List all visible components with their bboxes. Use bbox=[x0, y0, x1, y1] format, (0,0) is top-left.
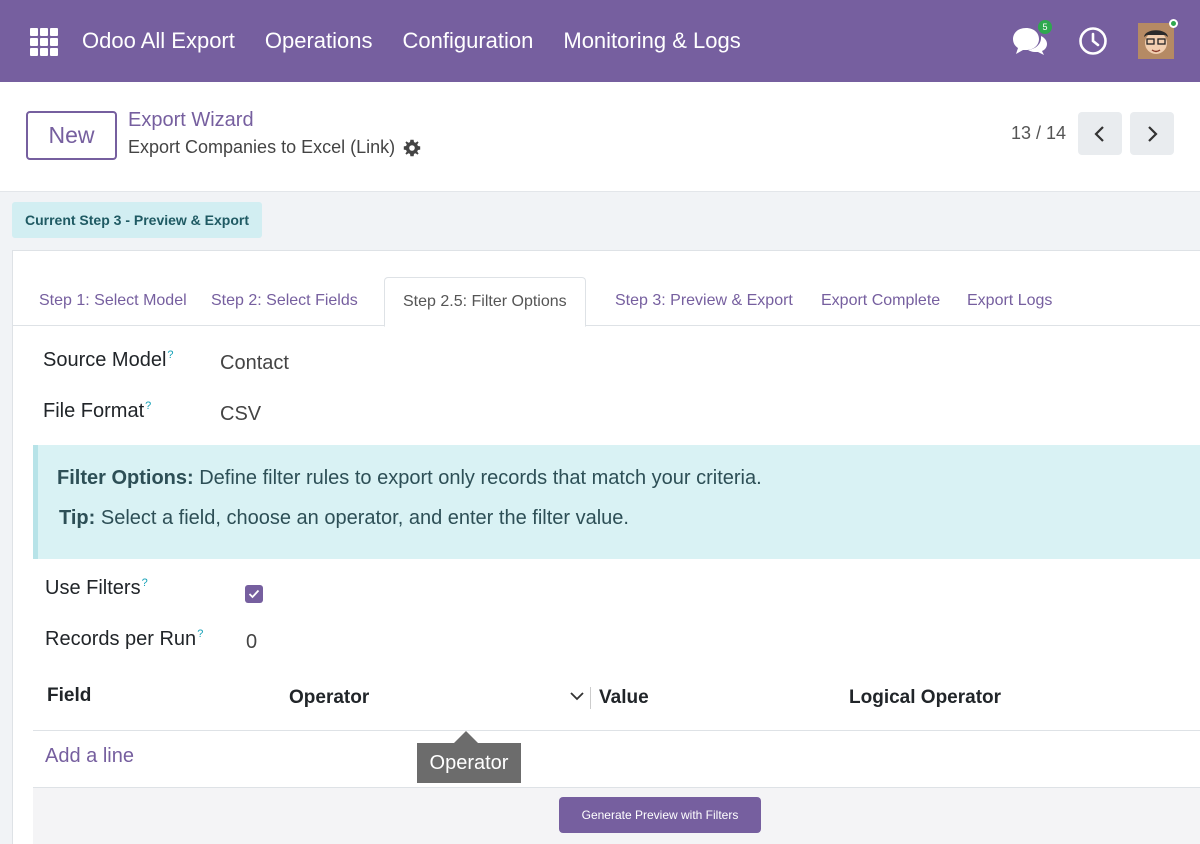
source-model-label-text: Source Model bbox=[43, 349, 167, 371]
chat-badge: 5 bbox=[1038, 20, 1052, 34]
use-filters-label-text: Use Filters bbox=[45, 577, 141, 599]
alert-line-1-text: Define filter rules to export only recor… bbox=[193, 467, 762, 489]
help-mark[interactable]: ? bbox=[167, 349, 173, 361]
chevron-left-icon bbox=[1094, 125, 1104, 142]
step-tabs: Step 1: Select Model Step 2: Select Fiel… bbox=[13, 277, 1200, 327]
record-title-text: Export Companies to Excel (Link) bbox=[128, 137, 396, 157]
apps-menu-icon[interactable] bbox=[30, 28, 58, 56]
records-per-run-label-text: Records per Run bbox=[45, 628, 197, 650]
tab-export-complete[interactable]: Export Complete bbox=[821, 292, 940, 310]
control-panel: New Export Wizard Export Companies to Ex… bbox=[0, 82, 1200, 192]
help-mark[interactable]: ? bbox=[197, 628, 203, 640]
form-sheet: Step 1: Select Model Step 2: Select Fiel… bbox=[12, 250, 1200, 844]
alert-line-2: Tip: Select a field, choose an operator,… bbox=[59, 507, 629, 530]
user-avatar[interactable] bbox=[1138, 19, 1178, 59]
operator-tooltip: Operator bbox=[417, 743, 521, 783]
source-model-value: Contact bbox=[220, 352, 289, 374]
help-mark[interactable]: ? bbox=[142, 577, 148, 589]
breadcrumb-export-wizard[interactable]: Export Wizard bbox=[128, 109, 254, 132]
filter-table-header: Field Operator Value Logical Operator bbox=[33, 671, 1200, 731]
pager-value: 13 / 14 bbox=[1010, 123, 1066, 143]
records-per-run-label: Records per Run? bbox=[45, 628, 203, 651]
new-button[interactable]: New bbox=[26, 111, 117, 160]
alert-line-1-bold: Filter Options: bbox=[57, 467, 194, 489]
form-footer: Generate Preview with Filters bbox=[33, 787, 1200, 844]
chevron-down-icon[interactable] bbox=[569, 688, 585, 704]
column-header-logical-operator[interactable]: Logical Operator bbox=[849, 687, 1001, 709]
source-model-label: Source Model? bbox=[43, 349, 174, 372]
nav-menu: Odoo All Export Operations Configuration… bbox=[82, 0, 741, 82]
alert-line-1: Filter Options: Define filter rules to e… bbox=[57, 467, 762, 490]
nav-item-operations[interactable]: Operations bbox=[265, 28, 373, 54]
alert-line-2-text: Select a field, choose an operator, and … bbox=[95, 507, 629, 529]
nav-item-configuration[interactable]: Configuration bbox=[403, 28, 534, 54]
filter-info-alert: Filter Options: Define filter rules to e… bbox=[33, 445, 1200, 559]
nav-systray: 5 bbox=[1012, 0, 1178, 82]
pager-previous-button[interactable] bbox=[1078, 112, 1122, 155]
file-format-value: CSV bbox=[220, 403, 262, 425]
records-per-run-value[interactable]: 0 bbox=[246, 631, 257, 654]
top-navbar: Odoo All Export Operations Configuration… bbox=[0, 0, 1200, 82]
chat-icon[interactable]: 5 bbox=[1012, 20, 1052, 56]
checkmark-icon bbox=[248, 589, 260, 599]
tab-step-3[interactable]: Step 3: Preview & Export bbox=[615, 292, 793, 310]
tab-export-logs[interactable]: Export Logs bbox=[967, 292, 1052, 310]
clock-icon[interactable] bbox=[1078, 26, 1108, 56]
use-filters-checkbox[interactable] bbox=[245, 585, 263, 603]
tab-step-2[interactable]: Step 2: Select Fields bbox=[211, 292, 358, 310]
column-resize-handle[interactable] bbox=[590, 687, 591, 709]
file-format-label-text: File Format bbox=[43, 400, 145, 422]
alert-line-2-bold: Tip: bbox=[59, 507, 96, 529]
help-mark[interactable]: ? bbox=[145, 400, 151, 412]
file-format-label: File Format? bbox=[43, 400, 151, 423]
online-status-dot bbox=[1169, 19, 1178, 28]
tooltip-arrow bbox=[454, 731, 478, 743]
use-filters-label: Use Filters? bbox=[45, 577, 148, 600]
tab-step-2-5[interactable]: Step 2.5: Filter Options bbox=[384, 277, 586, 327]
column-header-field[interactable]: Field bbox=[47, 685, 91, 707]
column-header-value[interactable]: Value bbox=[599, 687, 649, 709]
add-line-link[interactable]: Add a line bbox=[45, 745, 134, 768]
chevron-right-icon bbox=[1148, 125, 1158, 142]
nav-app-name[interactable]: Odoo All Export bbox=[82, 28, 235, 54]
nav-item-monitoring-logs[interactable]: Monitoring & Logs bbox=[563, 28, 740, 54]
record-title: Export Companies to Excel (Link) bbox=[128, 137, 421, 158]
column-header-operator[interactable]: Operator bbox=[289, 687, 369, 709]
tab-step-1[interactable]: Step 1: Select Model bbox=[39, 292, 187, 310]
pager-next-button[interactable] bbox=[1130, 112, 1174, 155]
generate-preview-button[interactable]: Generate Preview with Filters bbox=[559, 797, 761, 833]
status-badge: Current Step 3 - Preview & Export bbox=[12, 202, 262, 238]
gear-icon[interactable] bbox=[403, 139, 421, 157]
